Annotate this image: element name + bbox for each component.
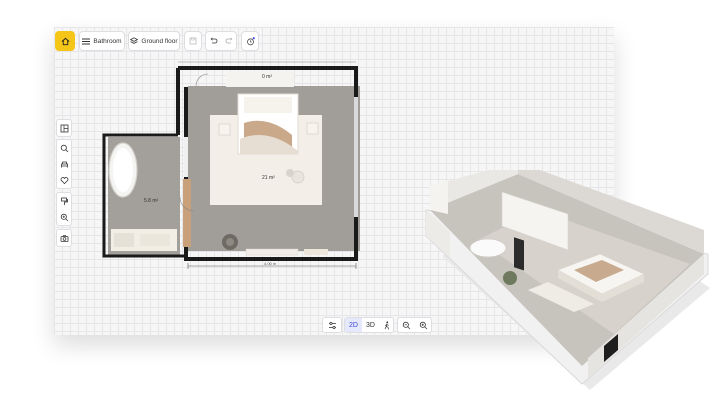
view-2d-button[interactable]: 2D [345,318,362,332]
sliders-icon[interactable] [328,321,337,330]
top-area-label: 0 m² [262,74,272,80]
view-settings-group [322,317,342,333]
3d-room-preview [425,170,710,390]
walk-icon[interactable] [379,318,395,332]
dimension-label: 4.00 m [264,261,277,266]
bathroom-area-label: 5.8 m² [144,198,159,204]
bedroom-area-label: 21 m² [262,175,275,181]
view-3d-button[interactable]: 3D [362,318,379,332]
zoom-out-icon[interactable] [398,318,415,332]
view-mode-group: 2D 3D [344,317,394,333]
